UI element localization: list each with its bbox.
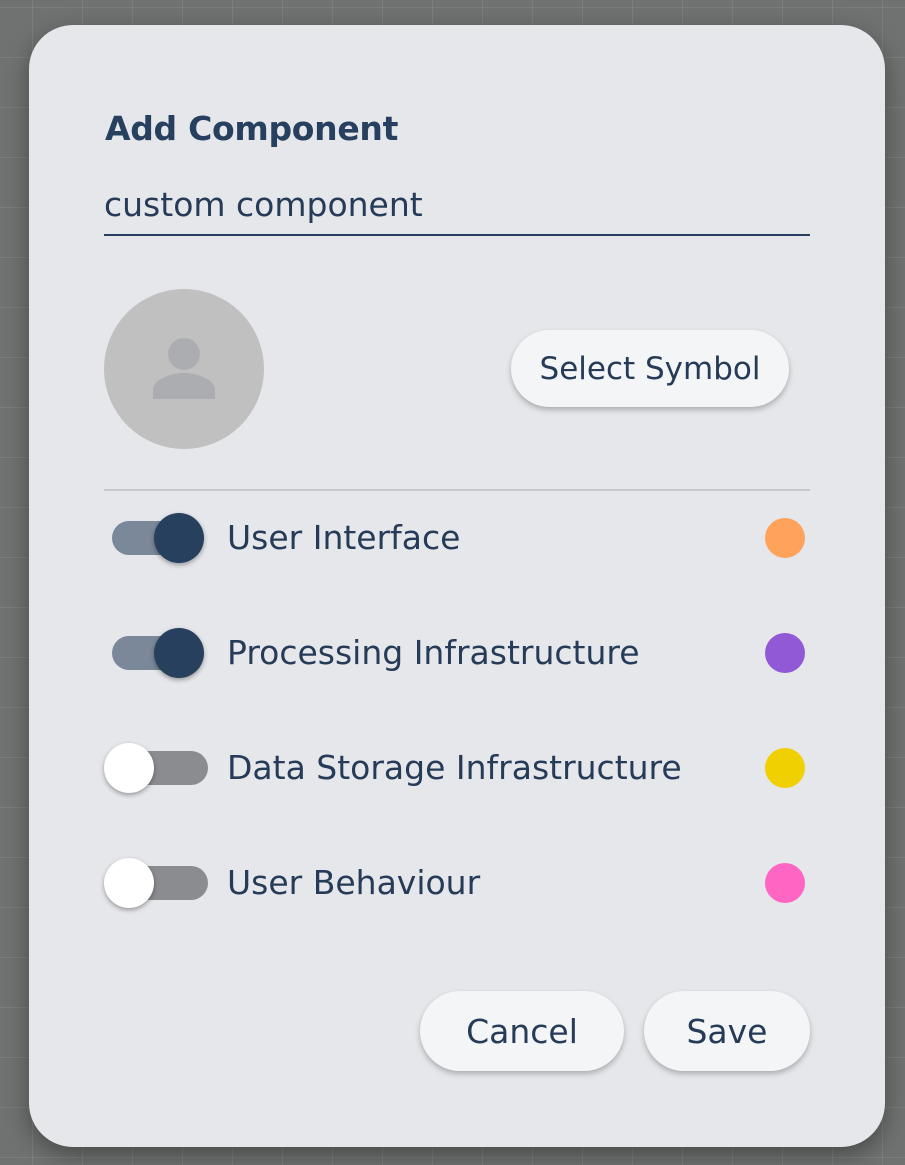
layer-label: User Interface xyxy=(227,518,461,557)
layer-label: Processing Infrastructure xyxy=(227,633,640,672)
layer-label: Data Storage Infrastructure xyxy=(227,748,682,787)
toggle-thumb xyxy=(104,858,154,908)
person-icon xyxy=(153,338,215,399)
layer-row-data-storage-infrastructure: Data Storage Infrastructure xyxy=(29,738,885,798)
layer-color-dot xyxy=(765,633,805,673)
layer-row-user-interface: User Interface xyxy=(29,508,885,568)
layer-color-dot xyxy=(765,518,805,558)
layer-row-user-behaviour: User Behaviour xyxy=(29,853,885,913)
layer-toggle-data-storage-infrastructure[interactable] xyxy=(104,738,214,798)
component-name-input[interactable] xyxy=(104,180,810,236)
toggle-thumb xyxy=(104,743,154,793)
add-component-dialog: Add Component Select Symbol User Interfa… xyxy=(29,25,885,1147)
save-button[interactable]: Save xyxy=(644,991,810,1071)
toggle-thumb xyxy=(154,513,204,563)
layer-color-dot xyxy=(765,863,805,903)
cancel-button[interactable]: Cancel xyxy=(420,991,624,1071)
layer-color-dot xyxy=(765,748,805,788)
layer-toggle-user-behaviour[interactable] xyxy=(104,853,214,913)
layer-row-processing-infrastructure: Processing Infrastructure xyxy=(29,623,885,683)
divider xyxy=(104,489,810,491)
select-symbol-button[interactable]: Select Symbol xyxy=(511,330,789,407)
layer-toggle-user-interface[interactable] xyxy=(104,508,214,568)
symbol-avatar xyxy=(104,289,264,449)
toggle-thumb xyxy=(154,628,204,678)
layer-toggle-processing-infrastructure[interactable] xyxy=(104,623,214,683)
dialog-title: Add Component xyxy=(105,109,399,148)
layer-label: User Behaviour xyxy=(227,863,481,902)
